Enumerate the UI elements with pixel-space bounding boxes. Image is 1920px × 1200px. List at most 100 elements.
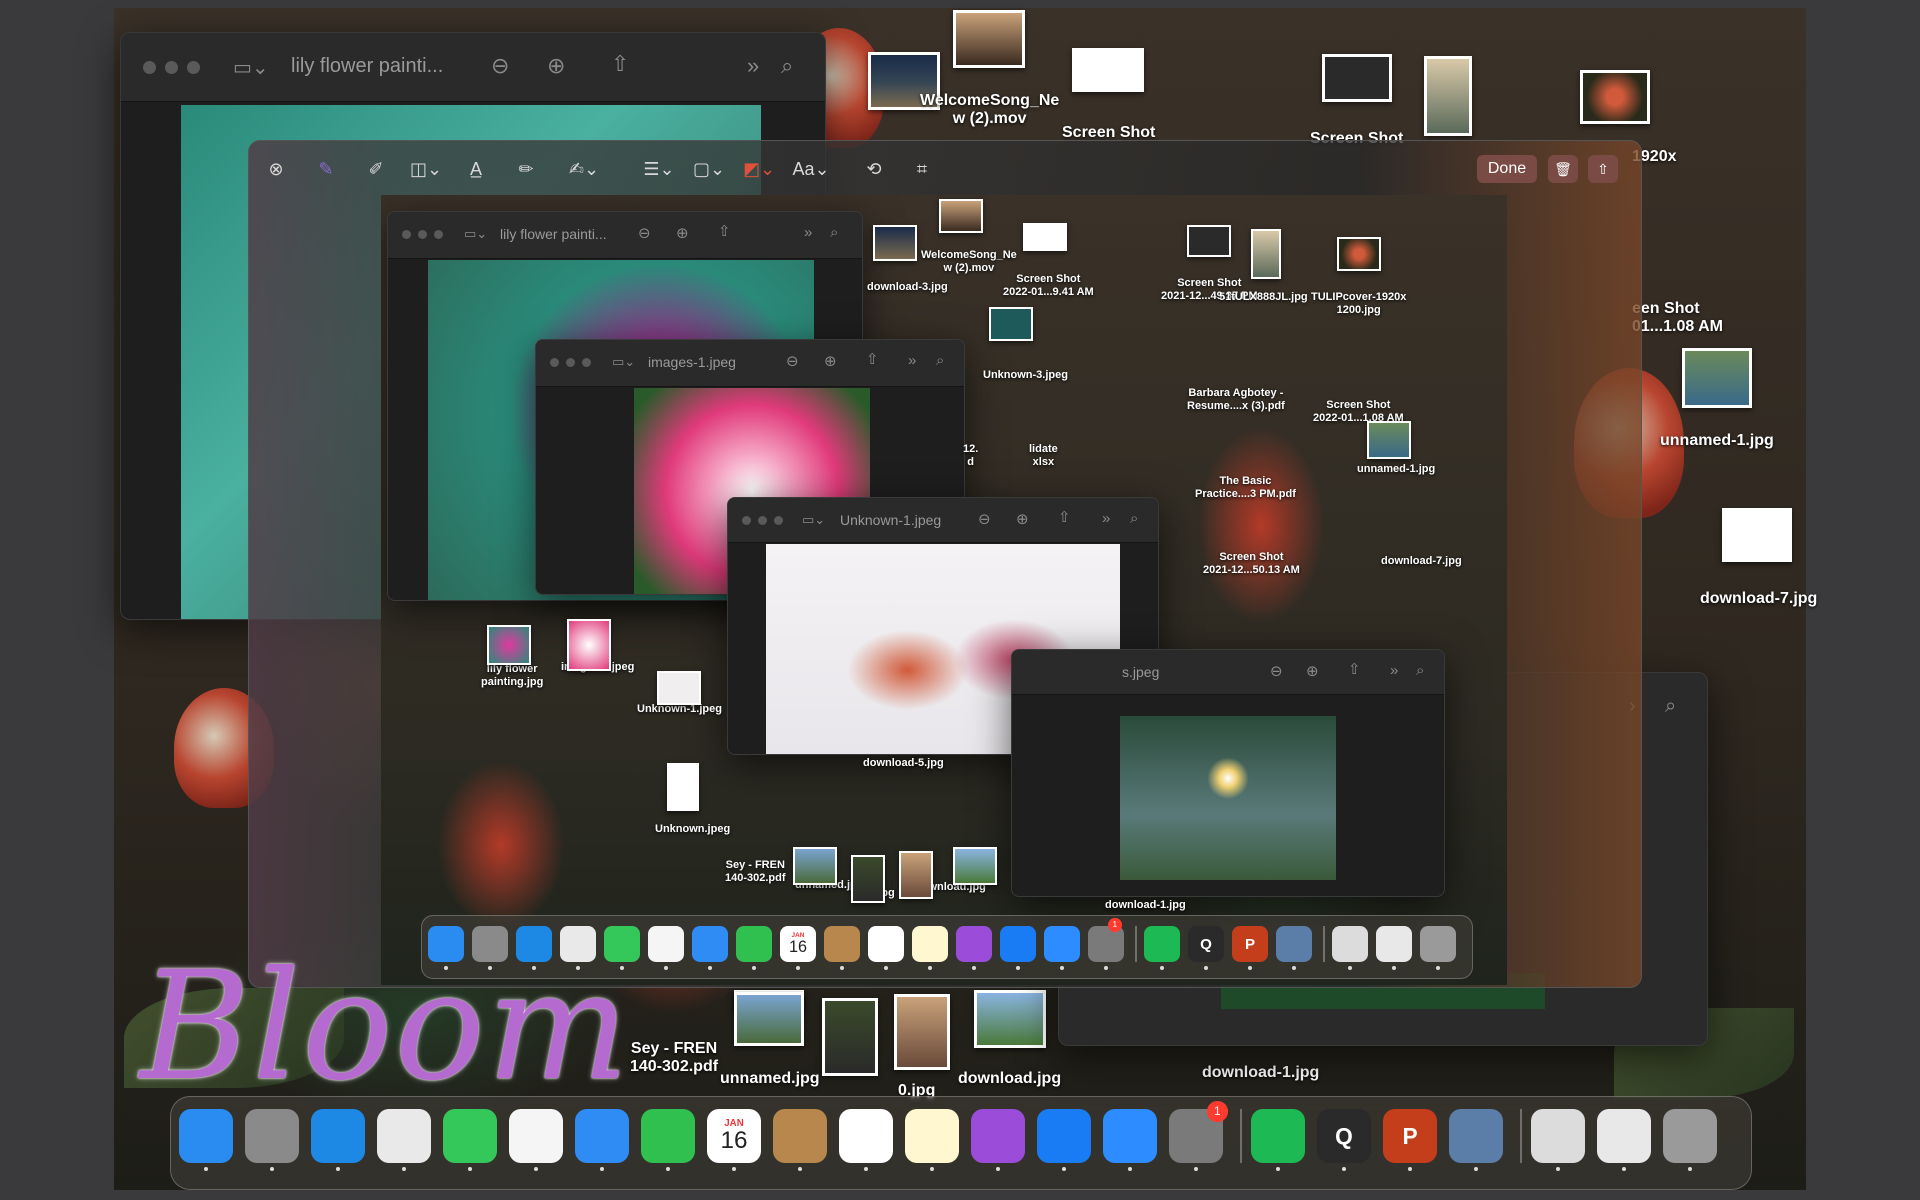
reminders-icon[interactable] [868, 926, 904, 962]
titlebar[interactable]: ▭⌄ lily flower painti... ⊖ ⊕ ⇧ » ⌕ [121, 33, 825, 102]
done-button[interactable]: Done [1477, 155, 1537, 183]
thumbnail[interactable] [953, 847, 997, 885]
label-download-1[interactable]: download-1.jpg [1105, 899, 1186, 912]
sketch-icon[interactable]: ✎ [309, 159, 343, 180]
zoom-in-icon[interactable]: ⊕ [1016, 510, 1029, 528]
share-icon[interactable]: ⇧ [1058, 508, 1071, 526]
thumbnail-tulip-cover[interactable] [1580, 70, 1650, 124]
mail-icon[interactable] [575, 1109, 629, 1163]
search-icon[interactable]: ⌕ [830, 224, 838, 241]
zoom-out-icon[interactable]: ⊖ [1270, 662, 1283, 680]
thumbnail[interactable] [1187, 225, 1231, 257]
messages-icon[interactable] [443, 1109, 497, 1163]
powerpoint-icon[interactable]: P [1232, 926, 1268, 962]
zoom-button[interactable] [582, 358, 591, 367]
zoom-out-icon[interactable]: ⊖ [978, 510, 991, 528]
zoom-button[interactable] [187, 61, 200, 74]
zoom-out-icon[interactable]: ⊖ [638, 224, 651, 242]
app-store-icon[interactable] [1000, 926, 1036, 962]
zoom-button[interactable] [774, 516, 783, 525]
thumbnail[interactable] [487, 625, 531, 665]
desktop-label-welcome[interactable]: WelcomeSong_Ne w (2).mov [920, 92, 1059, 129]
thumbnail-group-photo[interactable] [1682, 348, 1752, 408]
close-icon[interactable]: ⊗ [259, 159, 293, 180]
search-icon[interactable]: ⌕ [1130, 510, 1138, 527]
label-unknown-3[interactable]: Unknown-3.jpeg [983, 369, 1068, 382]
podcasts-icon[interactable] [971, 1109, 1025, 1163]
thumbnail[interactable] [567, 619, 611, 671]
notes-icon[interactable] [912, 926, 948, 962]
label-unnamed-1[interactable]: unnamed-1.jpg [1357, 463, 1435, 476]
thumbnail-screenshot[interactable] [1322, 54, 1392, 102]
thumbnail[interactable] [899, 851, 933, 899]
quicktime-icon[interactable]: Q [1317, 1109, 1371, 1163]
minimize-button[interactable] [758, 516, 767, 525]
photos-icon[interactable] [648, 926, 684, 962]
crop-icon[interactable]: ⌗ [905, 159, 939, 180]
thumbnail[interactable] [1251, 229, 1281, 279]
share-icon[interactable]: ⇧ [1588, 155, 1618, 183]
contacts-icon[interactable] [824, 926, 860, 962]
label-screenshot-4[interactable]: Screen Shot 2021-12...50.13 AM [1203, 551, 1300, 576]
markup-window[interactable]: ⊗ ✎ ✐ ◫⌄ A̲ ✏ ✍⌄ ☰⌄ ▢⌄ ◩⌄ Aa⌄ ⟲ ⌗ Done 🗑… [248, 140, 1642, 988]
label-lidate-xlsx[interactable]: lidate xlsx [1029, 443, 1058, 468]
close-button[interactable] [143, 61, 156, 74]
system-preferences-icon[interactable] [1088, 926, 1124, 962]
label-unknown[interactable]: Unknown.jpeg [655, 823, 730, 836]
calendar-icon[interactable]: JAN 16 [707, 1109, 761, 1163]
minimize-button[interactable] [566, 358, 575, 367]
thumbnail[interactable] [667, 763, 699, 811]
calendar-icon[interactable]: JAN 16 [780, 926, 816, 962]
label-barbara-resume[interactable]: Barbara Agbotey - Resume....x (3).pdf [1187, 387, 1285, 412]
thumbnail[interactable] [939, 199, 983, 233]
chevrons-icon[interactable]: » [804, 224, 812, 241]
thumbnail[interactable] [989, 307, 1033, 341]
inner-window-download-1[interactable]: s.jpeg ⊖ ⊕ ⇧ » ⌕ [1011, 649, 1445, 897]
reminders-icon[interactable] [839, 1109, 893, 1163]
spotify-icon[interactable] [1251, 1109, 1305, 1163]
recent-window-1-icon[interactable] [1531, 1109, 1585, 1163]
label-sey-fren[interactable]: Sey - FREN 140-302.pdf [725, 859, 786, 884]
share-icon[interactable]: ⇧ [718, 222, 731, 240]
titlebar[interactable]: ▭⌄ Unknown-1.jpeg ⊖ ⊕ ⇧ » ⌕ [728, 498, 1158, 543]
facetime-icon[interactable] [736, 926, 772, 962]
sign-icon[interactable]: ✍⌄ [559, 159, 609, 180]
trash-icon[interactable] [1420, 926, 1456, 962]
label-51tulx[interactable]: 51tULX888JL.jpg [1219, 291, 1308, 304]
rotate-icon[interactable]: ⟲ [857, 159, 891, 180]
label-tulip-cover[interactable]: TULIPcover-1920x 1200.jpg [1311, 291, 1406, 316]
desktop-label-unnamed-1[interactable]: unnamed-1.jpg [1660, 432, 1774, 450]
desktop-label-download[interactable]: download.jpg [958, 1070, 1061, 1088]
share-icon[interactable]: ⇧ [866, 350, 879, 368]
highlight-icon[interactable]: ✏ [509, 159, 543, 180]
zoom-out-icon[interactable]: ⊖ [786, 352, 799, 370]
desktop-label-sey[interactable]: Sey - FREN 140-302.pdf [630, 1040, 718, 1077]
search-icon[interactable]: ⌕ [936, 352, 944, 369]
zoom-in-icon[interactable]: ⊕ [1306, 662, 1319, 680]
desktop-label-screenshot-3[interactable]: een Shot 01...1.08 AM [1632, 300, 1723, 337]
zoom-in-icon[interactable]: ⊕ [824, 352, 837, 370]
thumbnail-building[interactable] [894, 994, 950, 1070]
shape-style-icon[interactable]: ☰⌄ [639, 159, 679, 180]
zoom-out-icon[interactable]: ⊖ [491, 53, 509, 79]
zoom-in-icon[interactable]: ⊕ [547, 53, 565, 79]
search-icon[interactable]: ⌕ [1416, 662, 1424, 679]
border-color-icon[interactable]: ▢⌄ [689, 159, 729, 180]
contacts-icon[interactable] [773, 1109, 827, 1163]
thumbnail-reach-logo[interactable] [1072, 48, 1144, 92]
recent-window-2-icon[interactable] [1376, 926, 1412, 962]
chevrons-icon[interactable]: » [1390, 662, 1398, 679]
desktop-label-download-7[interactable]: download-7.jpg [1700, 590, 1817, 608]
label-welcome-video[interactable]: WelcomeSong_Ne w (2).mov [921, 249, 1017, 274]
thumbnail[interactable] [873, 225, 917, 261]
titlebar[interactable]: ▭⌄ images-1.jpeg ⊖ ⊕ ⇧ » ⌕ [536, 340, 964, 387]
notes-icon[interactable] [905, 1109, 959, 1163]
thumbnail[interactable] [851, 855, 885, 903]
launchpad-icon[interactable] [245, 1109, 299, 1163]
sidebar-toggle-icon[interactable]: ▭⌄ [802, 512, 825, 528]
share-icon[interactable]: ⇧ [611, 51, 629, 77]
chevrons-icon[interactable]: » [908, 352, 916, 369]
thumbnail[interactable] [793, 847, 837, 885]
minimize-button[interactable] [165, 61, 178, 74]
recent-window-2-icon[interactable] [1597, 1109, 1651, 1163]
